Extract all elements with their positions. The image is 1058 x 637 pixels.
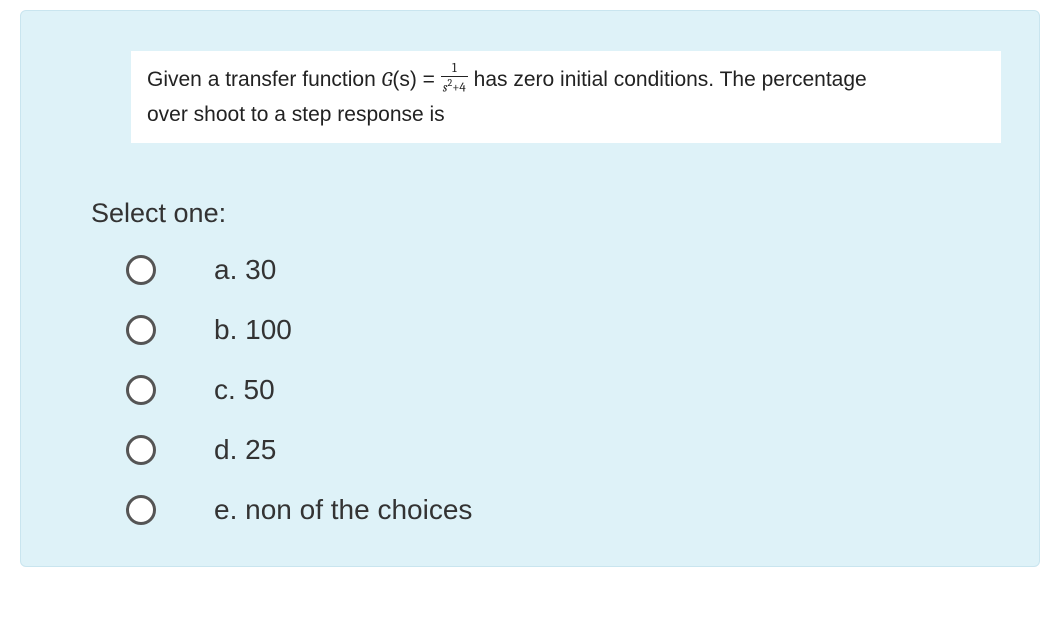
option-label: b. 100	[214, 314, 292, 346]
option-label: d. 25	[214, 434, 276, 466]
radio-icon[interactable]	[126, 315, 156, 345]
option-label: e. non of the choices	[214, 494, 472, 526]
question-text: Given a transfer function G(s) = 1s2+4 h…	[131, 51, 1001, 143]
denominator-rest: +4	[452, 81, 466, 96]
s-symbol: (s)	[392, 68, 417, 91]
option-d[interactable]: d. 25	[126, 434, 969, 466]
radio-icon[interactable]	[126, 255, 156, 285]
option-label: c. 50	[214, 374, 275, 406]
question-mid: has zero initial conditions. The percent…	[468, 68, 867, 91]
option-a[interactable]: a. 30	[126, 254, 969, 286]
question-prefix: Given a transfer function	[147, 68, 382, 91]
fraction: 1s2+4	[441, 62, 468, 94]
option-b[interactable]: b. 100	[126, 314, 969, 346]
g-symbol: G	[382, 68, 393, 92]
question-line2: over shoot to a step response is	[147, 103, 445, 126]
radio-icon[interactable]	[126, 375, 156, 405]
options-list: a. 30 b. 100 c. 50 d. 25 e. non of the c…	[91, 254, 969, 526]
radio-icon[interactable]	[126, 495, 156, 525]
option-e[interactable]: e. non of the choices	[126, 494, 969, 526]
option-label: a. 30	[214, 254, 276, 286]
select-one-label: Select one:	[91, 198, 969, 229]
fraction-denominator: s2+4	[441, 77, 468, 94]
radio-icon[interactable]	[126, 435, 156, 465]
question-card: Given a transfer function G(s) = 1s2+4 h…	[20, 10, 1040, 567]
equals-sign: =	[417, 68, 441, 91]
option-c[interactable]: c. 50	[126, 374, 969, 406]
fraction-numerator: 1	[441, 62, 468, 77]
